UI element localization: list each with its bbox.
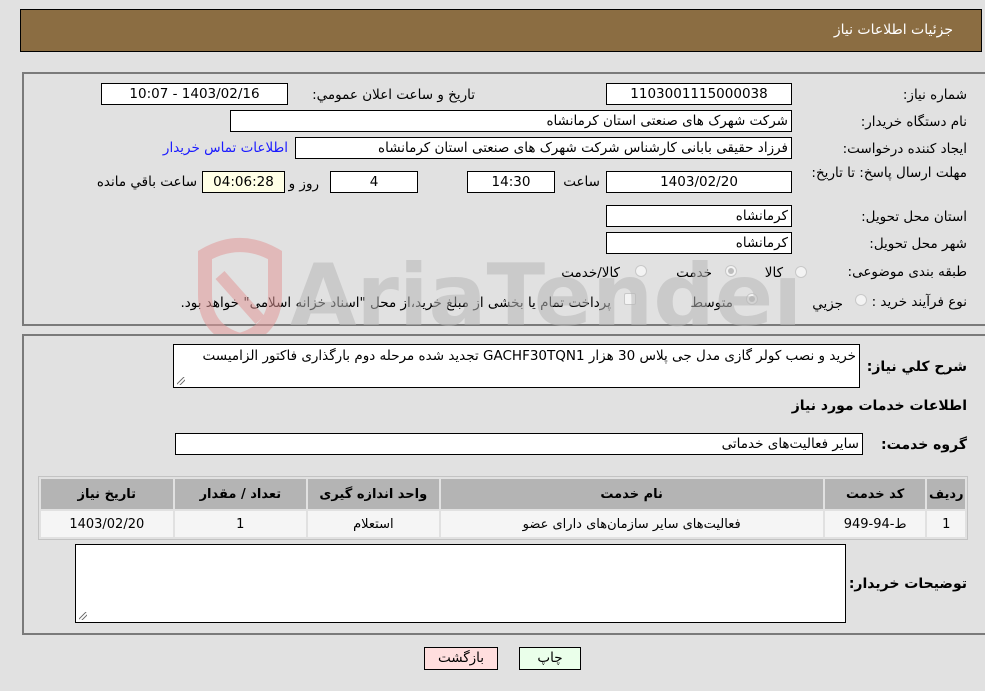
buyer-org-field: شرکت شهرک های صنعتی استان کرمانشاه bbox=[230, 110, 792, 132]
remaining-days-field: 4 bbox=[330, 171, 418, 193]
process-radio-medium[interactable] bbox=[746, 293, 758, 305]
page-header: جزئیات اطلاعات نیاز bbox=[20, 9, 982, 52]
remaining-time-field: 04:06:28 bbox=[202, 171, 285, 193]
category-radio-goods-service[interactable] bbox=[635, 265, 647, 277]
treasury-checkbox[interactable] bbox=[624, 293, 636, 305]
description-label: شرح کلي نیاز: bbox=[866, 359, 967, 375]
table-header-row: ردیف کد خدمت نام خدمت واحد اندازه گیری ت… bbox=[41, 479, 965, 509]
col-header-unit: واحد اندازه گیری bbox=[308, 479, 439, 509]
resize-grip-icon[interactable] bbox=[79, 612, 87, 620]
deadline-label: مهلت ارسال پاسخ: تا تاریخ: bbox=[811, 165, 967, 181]
back-button[interactable]: بازگشت bbox=[424, 647, 498, 670]
need-number-label: شماره نیاز: bbox=[902, 87, 967, 103]
category-option-goods-service: کالا/خدمت bbox=[561, 265, 620, 281]
remaining-time-label: ساعت باقي مانده bbox=[96, 174, 197, 190]
services-section-title: اطلاعات خدمات مورد نیاز bbox=[791, 398, 967, 414]
category-option-goods: کالا bbox=[764, 265, 783, 281]
city-field: کرمانشاه bbox=[606, 232, 792, 254]
table-row: 1 ط-94-949 فعالیت‌های سایر سازمان‌های دا… bbox=[41, 511, 965, 537]
treasury-note: پرداخت تمام یا بخشی از مبلغ خرید،از محل … bbox=[180, 295, 611, 311]
need-number-field: 1103001115000038 bbox=[606, 83, 792, 105]
service-group-label: گروه خدمت: bbox=[881, 437, 967, 453]
cell-unit: استعلام bbox=[308, 511, 439, 537]
creator-label: ایجاد کننده درخواست: bbox=[842, 141, 967, 157]
description-text: خرید و نصب کولر گازی مدل جی پلاس 30 هزار… bbox=[202, 348, 856, 364]
category-option-service: خدمت bbox=[676, 265, 712, 281]
process-radio-minor[interactable] bbox=[855, 294, 867, 306]
buyer-org-label: نام دستگاه خریدار: bbox=[860, 114, 967, 130]
deadline-date-field: 1403/02/20 bbox=[606, 171, 792, 193]
col-header-service-name: نام خدمت bbox=[440, 479, 823, 509]
buyer-notes-label: توضیحات خریدار: bbox=[848, 576, 967, 592]
category-radio-service[interactable] bbox=[725, 265, 737, 277]
process-option-minor: جزيي bbox=[812, 296, 843, 312]
buyer-contact-link[interactable]: اطلاعات تماس خریدار bbox=[163, 140, 288, 156]
col-header-service-code: کد خدمت bbox=[824, 479, 926, 509]
announce-label: تاریخ و ساعت اعلان عمومي: bbox=[312, 87, 475, 103]
col-header-row-number: ردیف bbox=[927, 479, 965, 509]
days-label: روز و bbox=[288, 176, 319, 192]
cell-service-name: فعالیت‌های سایر سازمان‌های دارای عضو bbox=[440, 511, 823, 537]
buyer-notes-textarea[interactable] bbox=[75, 544, 846, 623]
process-type-label: نوع فرآیند خرید : bbox=[871, 294, 967, 310]
cell-service-code: ط-94-949 bbox=[824, 511, 926, 537]
description-textarea[interactable]: خرید و نصب کولر گازی مدل جی پلاس 30 هزار… bbox=[173, 344, 860, 388]
creator-field: فرزاد حقیقی بابانی کارشناس شرکت شهرک های… bbox=[295, 137, 792, 159]
announce-datetime-field: 1403/02/16 - 10:07 bbox=[101, 83, 288, 105]
cell-need-date: 1403/02/20 bbox=[41, 511, 173, 537]
cell-quantity: 1 bbox=[174, 511, 307, 537]
deadline-time-label: ساعت bbox=[563, 174, 600, 190]
print-button[interactable]: چاپ bbox=[519, 647, 581, 670]
col-header-quantity: تعداد / مقدار bbox=[174, 479, 307, 509]
deadline-time-field: 14:30 bbox=[467, 171, 555, 193]
category-radio-goods[interactable] bbox=[795, 266, 807, 278]
page-title: جزئیات اطلاعات نیاز bbox=[833, 22, 953, 38]
province-label: استان محل تحویل: bbox=[861, 209, 967, 225]
service-group-field: سایر فعالیت‌های خدماتی bbox=[175, 433, 863, 455]
province-field: کرمانشاه bbox=[606, 205, 792, 227]
city-label: شهر محل تحویل: bbox=[869, 236, 967, 252]
resize-grip-icon[interactable] bbox=[177, 377, 185, 385]
category-label: طبقه بندی موضوعی: bbox=[847, 264, 967, 280]
cell-row-number: 1 bbox=[927, 511, 965, 537]
services-table: ردیف کد خدمت نام خدمت واحد اندازه گیری ت… bbox=[38, 476, 968, 540]
col-header-need-date: تاریخ نیاز bbox=[41, 479, 173, 509]
process-option-medium: متوسط bbox=[690, 295, 733, 311]
